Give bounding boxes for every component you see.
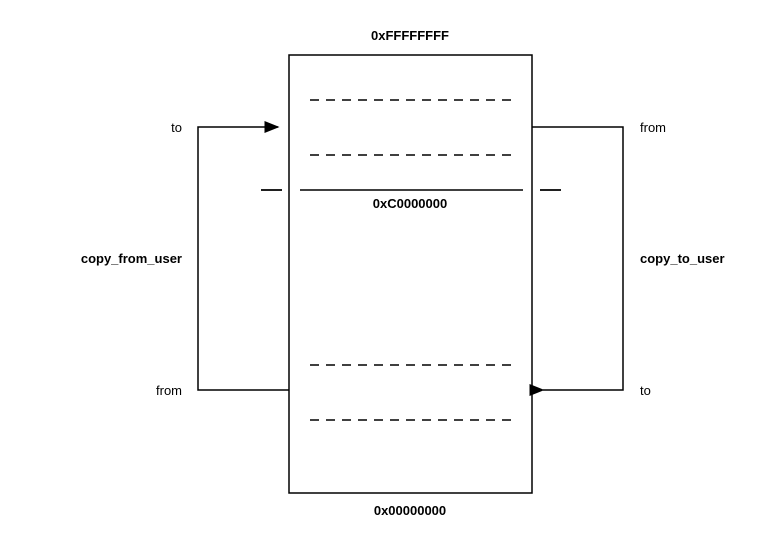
copy-to-user-path xyxy=(532,127,623,390)
copy-to-user-label: copy_to_user xyxy=(640,251,725,266)
left-from-label: from xyxy=(156,383,182,398)
left-to-label: to xyxy=(171,120,182,135)
copy-from-user-label: copy_from_user xyxy=(81,251,182,266)
boundary-address-label: 0xC0000000 xyxy=(373,196,447,211)
memory-diagram: 0xFFFFFFFF 0xC0000000 0x00000000 to from… xyxy=(0,0,780,546)
copy-from-user-path xyxy=(198,127,289,390)
memory-box xyxy=(289,55,532,493)
right-to-label: to xyxy=(640,383,651,398)
top-address-label: 0xFFFFFFFF xyxy=(371,28,449,43)
bottom-address-label: 0x00000000 xyxy=(374,503,446,518)
right-from-label: from xyxy=(640,120,666,135)
